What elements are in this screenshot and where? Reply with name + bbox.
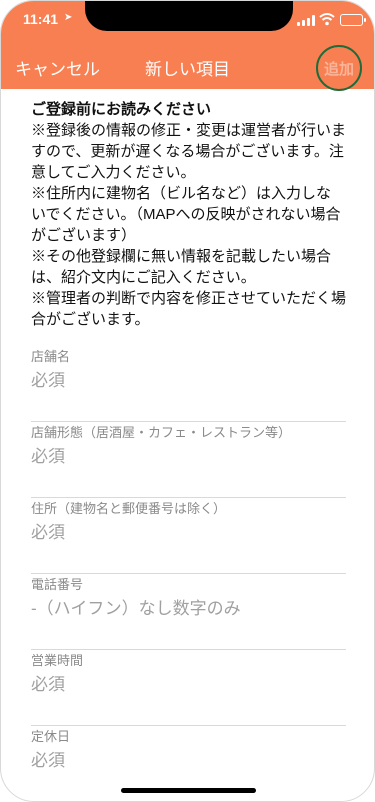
field-label: 住所（建物名と郵便番号は除く）	[31, 501, 227, 516]
store-type-field: 店舗形態（居酒屋・カフェ・レストラン等）	[31, 422, 346, 498]
field-label: 定休日	[31, 729, 71, 744]
field-label: 店舗名	[31, 349, 71, 364]
notice-line: ※その他登録欄に無い情報を記載したい場合は、紹介文内にご記入ください。	[31, 248, 332, 286]
notice-title: ご登録前にお読みください	[31, 101, 212, 118]
navigation-bar: キャンセル 新しい項目 追加	[1, 41, 374, 91]
field-label: 店舗形態（居酒屋・カフェ・レストラン等）	[31, 425, 292, 440]
form-content[interactable]: ご登録前にお読みください ※登録後の情報の修正・変更は運営者が行いますので、更新…	[1, 89, 374, 801]
page-title: 新しい項目	[145, 60, 230, 80]
home-indicator[interactable]	[121, 788, 256, 793]
phone-number-input[interactable]	[31, 596, 346, 622]
notice-line: ※管理者の判断で内容を修正させていただく場合がございます。	[31, 290, 347, 328]
cellular-signal-icon	[297, 15, 315, 26]
registration-notice: ご登録前にお読みください ※登録後の情報の修正・変更は運営者が行いますので、更新…	[1, 89, 346, 330]
address-input[interactable]	[31, 520, 346, 546]
battery-icon	[340, 14, 366, 26]
header-bar: 11:41 ➤ キャンセル 新しい項目 追加	[1, 1, 374, 91]
address-field: 住所（建物名と郵便番号は除く）	[31, 498, 346, 574]
business-hours-field: 営業時間	[31, 650, 346, 726]
notice-line: ※登録後の情報の修正・変更は運営者が行いますので、更新が遅くなる場合がございます…	[31, 122, 347, 181]
store-name-input[interactable]	[31, 368, 346, 394]
store-type-input[interactable]	[31, 444, 346, 470]
closed-days-input[interactable]	[31, 748, 346, 774]
field-label: 営業時間	[31, 653, 84, 668]
business-hours-input[interactable]	[31, 672, 346, 698]
device-notch	[85, 1, 293, 31]
phone-number-field: 電話番号	[31, 574, 346, 650]
notice-line: ※住所内に建物名（ビル名など）は入力しないでください。（MAPへの反映がされない…	[31, 185, 341, 244]
status-time: 11:41	[23, 11, 59, 27]
add-button[interactable]: 追加	[316, 45, 362, 91]
add-button-label: 追加	[323, 59, 354, 78]
field-label: 電話番号	[31, 577, 84, 592]
phone-screen: 11:41 ➤ キャンセル 新しい項目 追加 ご登録前にお読みください ※登録後…	[0, 0, 375, 802]
status-bar: 11:41 ➤	[1, 1, 374, 41]
store-name-field: 店舗名	[31, 346, 346, 422]
cancel-button[interactable]: キャンセル	[15, 55, 100, 80]
wifi-icon	[319, 13, 335, 26]
location-arrow-icon: ➤	[64, 12, 73, 23]
